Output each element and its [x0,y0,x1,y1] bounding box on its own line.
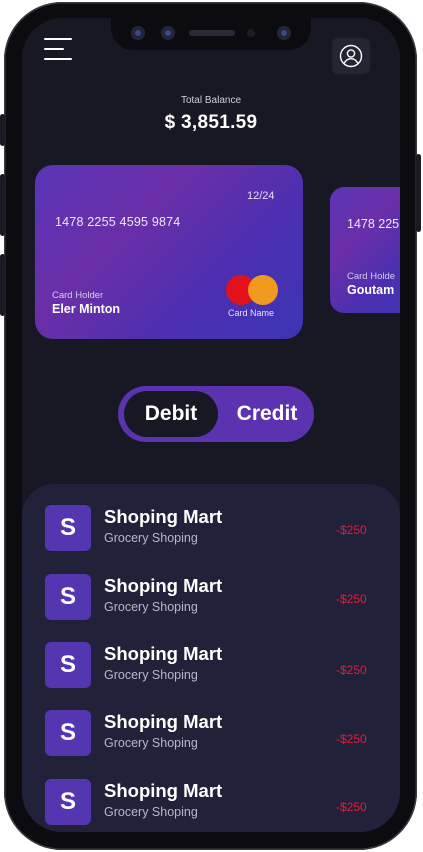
transaction-subtitle: Grocery Shoping [104,600,198,614]
card-holder-name: Eler Minton [52,302,121,316]
transaction-amount: -$250 [336,732,367,746]
camera-icon [161,26,175,40]
user-profile-icon [339,44,363,68]
phone-notch [111,18,311,50]
transaction-title: Shoping Mart [104,506,223,527]
card-number: 1478 2255 4595 9874 [55,215,181,229]
transaction-row[interactable]: S Shoping Mart Grocery Shoping -$250 [22,642,400,702]
profile-button[interactable] [332,38,370,74]
total-balance-label: Total Balance [180,95,242,106]
transaction-amount: -$250 [336,523,367,537]
volume-up-button [0,174,5,236]
transaction-row[interactable]: S Shoping Mart Grocery Shoping -$250 [22,574,400,634]
tab-debit[interactable]: Debit [124,391,218,437]
camera-icon [277,26,291,40]
card-brand-label: Card Name [228,308,275,318]
merchant-avatar: S [45,779,91,825]
debit-credit-toggle: Debit Credit [118,386,314,442]
merchant-avatar: S [45,505,91,551]
volume-down-button [0,254,5,316]
transaction-title: Shoping Mart [104,643,223,664]
transaction-subtitle: Grocery Shoping [104,668,198,682]
hamburger-menu-icon[interactable] [44,38,72,62]
transaction-title: Shoping Mart [104,575,223,596]
power-button [416,154,421,232]
total-balance-amount: $ 3,851.59 [164,112,258,133]
transaction-row[interactable]: S Shoping Mart Grocery Shoping -$250 [22,779,400,832]
mute-switch [0,114,5,146]
card-holder-label: Card Holder [52,290,104,301]
merchant-avatar: S [45,710,91,756]
card-expiry: 12/24 [247,190,275,202]
speaker-grille [189,30,235,36]
transaction-row[interactable]: S Shoping Mart Grocery Shoping -$250 [22,505,400,565]
transaction-title: Shoping Mart [104,711,223,732]
transaction-amount: -$250 [336,592,367,606]
transaction-subtitle: Grocery Shoping [104,805,198,819]
card-number: 1478 225 [347,217,400,231]
card-holder-name: Goutam [347,283,395,297]
tab-credit[interactable]: Credit [222,391,312,437]
transaction-amount: -$250 [336,800,367,814]
app-screen: Total Balance $ 3,851.59 12/24 1478 2255… [22,18,400,832]
merchant-avatar: S [45,642,91,688]
credit-card[interactable]: 12/24 1478 2255 4595 9874 Card Holder El… [35,165,303,339]
merchant-avatar: S [45,574,91,620]
transactions-panel: S Shoping Mart Grocery Shoping -$250 S S… [22,484,400,832]
transaction-subtitle: Grocery Shoping [104,531,198,545]
camera-icon [131,26,145,40]
sensor-dot [247,29,255,37]
mastercard-logo-icon [226,275,282,305]
transaction-amount: -$250 [336,663,367,677]
transaction-title: Shoping Mart [104,780,223,801]
credit-card-secondary[interactable]: 1478 225 Card Holde Goutam [330,187,400,313]
card-holder-label: Card Holde [347,271,396,282]
transaction-subtitle: Grocery Shoping [104,736,198,750]
transaction-row[interactable]: S Shoping Mart Grocery Shoping -$250 [22,710,400,770]
